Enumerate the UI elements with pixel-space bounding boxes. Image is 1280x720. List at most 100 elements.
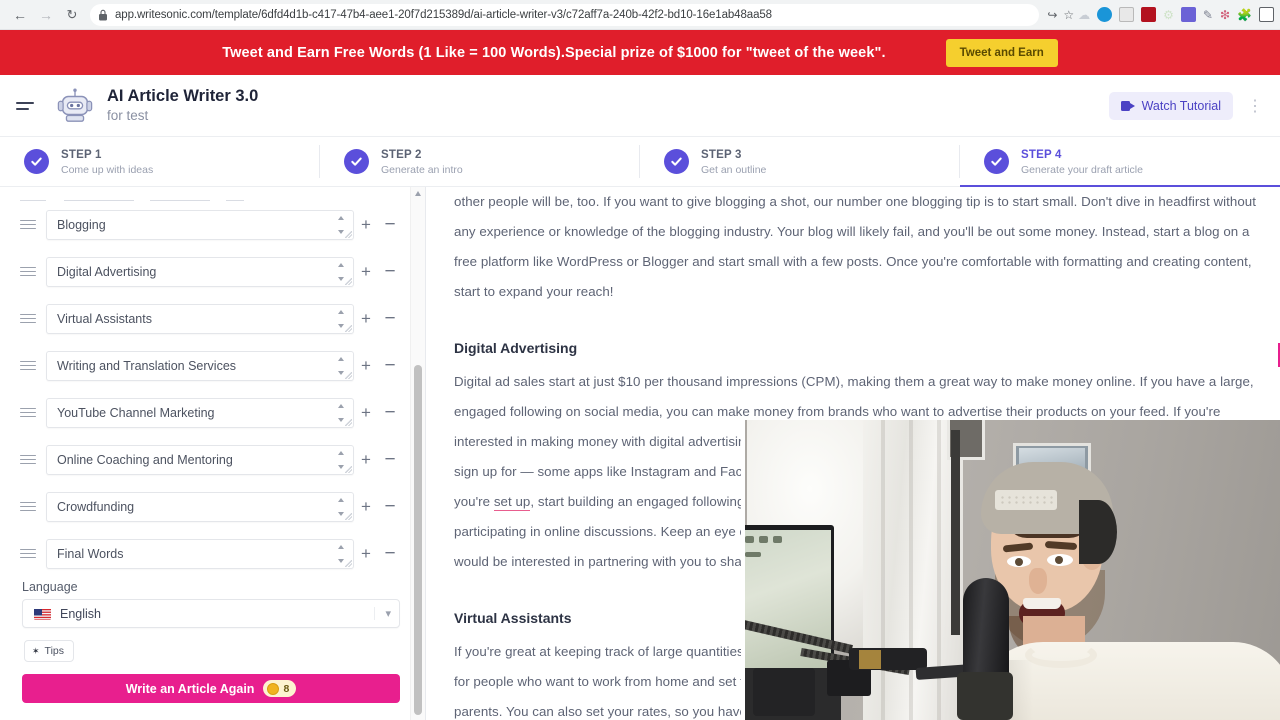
puzzle-extension-icon[interactable]: 🧩 <box>1237 9 1252 21</box>
star-icon[interactable]: ☆ <box>1063 9 1074 21</box>
address-bar[interactable]: app.writesonic.com/template/6dfd4d1b-c41… <box>90 3 1040 26</box>
outline-input[interactable] <box>57 546 307 561</box>
outline-stepper[interactable] <box>337 262 345 281</box>
outline-input-wrapper[interactable] <box>46 350 354 381</box>
drag-handle-icon[interactable] <box>20 501 36 512</box>
tips-button[interactable]: ✶ Tips <box>24 640 74 662</box>
resize-handle-icon[interactable] <box>345 371 352 379</box>
chevron-down-icon[interactable]: ▾ <box>374 607 391 620</box>
add-outline-row-button[interactable]: + <box>354 260 378 284</box>
resize-handle-icon[interactable] <box>345 465 352 473</box>
outline-input-wrapper[interactable] <box>46 538 354 569</box>
outline-input-wrapper[interactable] <box>46 303 354 334</box>
sidepanel-icon[interactable] <box>1259 7 1274 22</box>
step-1[interactable]: STEP 1 Come up with ideas <box>0 137 320 186</box>
language-select[interactable]: English ▾ <box>22 599 400 628</box>
add-outline-row-button[interactable]: + <box>354 495 378 519</box>
resize-handle-icon[interactable] <box>345 277 352 285</box>
watch-tutorial-button[interactable]: Watch Tutorial <box>1108 91 1233 120</box>
resize-handle-icon[interactable] <box>345 230 352 238</box>
outline-stepper[interactable] <box>337 215 345 234</box>
pen-extension-icon[interactable]: ✎ <box>1203 9 1213 21</box>
flower-extension-icon[interactable]: ❇ <box>1220 9 1230 21</box>
remove-outline-row-button[interactable]: − <box>378 542 402 566</box>
remove-outline-row-button[interactable]: − <box>378 448 402 472</box>
hamburger-menu-icon[interactable] <box>16 101 38 110</box>
forward-arrow-icon[interactable]: → <box>34 3 58 27</box>
drag-handle-icon[interactable] <box>20 548 36 559</box>
browser-profile-icon[interactable] <box>1097 7 1113 22</box>
add-outline-row-button[interactable]: + <box>354 213 378 237</box>
extensions-area: ☁ ⚙ ✎ ❇ 🧩 <box>1078 7 1280 22</box>
more-options-icon[interactable]: ⋮ <box>1247 96 1264 116</box>
outline-input-wrapper[interactable] <box>46 209 354 240</box>
template-title-block: AI Article Writer 3.0 for test <box>107 86 258 124</box>
resize-handle-icon[interactable] <box>345 324 352 332</box>
outline-panel-scrollbar[interactable] <box>410 187 425 720</box>
drag-handle-icon[interactable] <box>20 313 36 324</box>
drag-handle-icon[interactable] <box>20 219 36 230</box>
language-value: English <box>60 606 101 621</box>
back-arrow-icon[interactable]: ← <box>8 3 32 27</box>
step-4[interactable]: STEP 4 Generate your draft article <box>960 137 1280 187</box>
drag-handle-icon[interactable] <box>20 360 36 371</box>
analytics-extension-icon[interactable] <box>1141 7 1157 22</box>
outline-stepper[interactable] <box>337 356 345 375</box>
add-outline-row-button[interactable]: + <box>354 307 378 331</box>
write-article-again-button[interactable]: Write an Article Again 8 <box>22 674 400 703</box>
pupil <box>1055 556 1063 564</box>
add-outline-row-button[interactable]: + <box>354 354 378 378</box>
reload-icon[interactable]: ↻ <box>60 3 84 27</box>
scroll-up-arrow-icon[interactable] <box>415 191 421 196</box>
screenshot-extension-icon[interactable] <box>1119 7 1135 22</box>
resize-handle-icon[interactable] <box>345 418 352 426</box>
curtain-fold <box>881 420 885 720</box>
step-3[interactable]: STEP 3 Get an outline <box>640 137 960 186</box>
outline-stepper[interactable] <box>337 497 345 516</box>
tweet-and-earn-button[interactable]: Tweet and Earn <box>945 38 1058 67</box>
outline-input[interactable] <box>57 358 307 373</box>
spellcheck-flagged-text[interactable]: set up <box>493 494 531 511</box>
remove-outline-row-button[interactable]: − <box>378 495 402 519</box>
step-2[interactable]: STEP 2 Generate an intro <box>320 137 640 186</box>
add-outline-row-button[interactable]: + <box>354 542 378 566</box>
resize-handle-icon[interactable] <box>345 512 352 520</box>
outline-rows: + − + − + <box>0 201 410 577</box>
remove-outline-row-button[interactable]: − <box>378 307 402 331</box>
article-paragraph-1: other people will be, too. If you want t… <box>454 194 1256 299</box>
cloud-extension-icon[interactable]: ☁ <box>1078 9 1090 21</box>
outline-input-wrapper[interactable] <box>46 491 354 522</box>
outline-stepper[interactable] <box>337 544 345 563</box>
add-outline-row-button[interactable]: + <box>354 448 378 472</box>
remove-outline-row-button[interactable]: − <box>378 213 402 237</box>
drag-handle-icon[interactable] <box>20 454 36 465</box>
translate-extension-icon[interactable] <box>1180 7 1196 22</box>
outline-input[interactable] <box>57 264 307 279</box>
outline-input-wrapper[interactable] <box>46 444 354 475</box>
drag-handle-icon[interactable] <box>20 407 36 418</box>
outline-stepper[interactable] <box>337 450 345 469</box>
outline-stepper[interactable] <box>337 403 345 422</box>
outline-input-wrapper[interactable] <box>46 397 354 428</box>
outline-input[interactable] <box>57 217 307 232</box>
outline-panel: + − + − + <box>0 187 410 720</box>
remove-outline-row-button[interactable]: − <box>378 260 402 284</box>
drag-handle-icon[interactable] <box>20 266 36 277</box>
browser-nav-buttons: ← → ↻ <box>0 3 84 27</box>
cap-brim <box>1079 500 1117 564</box>
grammar-extension-icon[interactable]: ⚙ <box>1163 9 1174 21</box>
remove-outline-row-button[interactable]: − <box>378 401 402 425</box>
share-icon[interactable]: ↪ <box>1047 9 1057 21</box>
robot-icon <box>57 88 93 122</box>
webcam-overlay <box>741 420 1280 720</box>
outline-stepper[interactable] <box>337 309 345 328</box>
outline-input[interactable] <box>57 311 307 326</box>
outline-input[interactable] <box>57 499 307 514</box>
outline-input[interactable] <box>57 452 307 467</box>
remove-outline-row-button[interactable]: − <box>378 354 402 378</box>
scrollbar-thumb[interactable] <box>414 365 422 715</box>
outline-input[interactable] <box>57 405 307 420</box>
add-outline-row-button[interactable]: + <box>354 401 378 425</box>
outline-input-wrapper[interactable] <box>46 256 354 287</box>
resize-handle-icon[interactable] <box>345 559 352 567</box>
